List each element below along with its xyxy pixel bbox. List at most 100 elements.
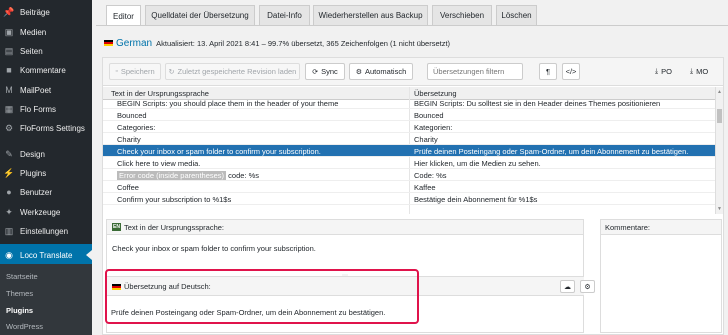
form-icon: ▦ bbox=[4, 103, 14, 114]
source-cell: Click here to view media. bbox=[117, 158, 201, 168]
source-cell: Error code (inside parentheses) code: %s bbox=[117, 170, 259, 180]
scroll-down-icon[interactable]: ▼ bbox=[717, 206, 722, 212]
code-view-toggle[interactable]: </> bbox=[562, 63, 580, 80]
settings-icon: ▥ bbox=[4, 225, 14, 236]
status-text: Aktualisiert: 13. April 2021 8:41 – 99.7… bbox=[156, 38, 451, 48]
sidebar-item-loco-translate[interactable]: ◉ Loco Translate bbox=[0, 244, 92, 266]
source-cell: Confirm your subscription to %1$s bbox=[117, 194, 232, 204]
table-row[interactable]: Bounced Bounced bbox=[103, 109, 715, 121]
pin-icon: 📌 bbox=[3, 6, 15, 17]
tab-editor[interactable]: Editor bbox=[106, 5, 141, 26]
submenu-item-wordpress[interactable]: WordPress bbox=[6, 322, 43, 331]
submenu-item-startseite[interactable]: Startseite bbox=[6, 272, 38, 281]
filter-input[interactable] bbox=[427, 63, 523, 80]
source-cell-text: code: %s bbox=[226, 170, 259, 180]
table-row-selected[interactable]: Check your inbox or spam folder to confi… bbox=[103, 145, 715, 157]
table-row[interactable]: Click here to view media. Hier klicken, … bbox=[103, 157, 715, 169]
user-icon: ● bbox=[6, 186, 12, 197]
target-cell: Prüfe deinen Posteingang oder Spam-Ordne… bbox=[414, 146, 689, 156]
main-content: Editor Quelldatei der Übersetzung Datei-… bbox=[92, 0, 728, 335]
save-button-label: Speichern bbox=[120, 67, 155, 76]
revert-button[interactable]: ↻ Zuletzt gespeicherte Revision laden bbox=[165, 63, 300, 80]
po-label: PO bbox=[661, 67, 672, 76]
sidebar-item-label: Flo Forms bbox=[20, 104, 56, 114]
pages-icon: ▤ bbox=[4, 45, 14, 56]
auto-button-label: Automatisch bbox=[365, 67, 407, 76]
sidebar-item-label: Kommentare bbox=[20, 65, 66, 75]
save-button[interactable]: ▫ Speichern bbox=[109, 63, 161, 80]
annotation-highlight-box bbox=[105, 269, 419, 324]
sidebar-item-label: Loco Translate bbox=[20, 250, 73, 260]
sync-button[interactable]: ⟳ Sync bbox=[305, 63, 345, 80]
sidebar-item-label: FloForms Settings bbox=[20, 123, 85, 133]
wrench-icon: ✦ bbox=[5, 206, 13, 217]
source-cell: BEGIN Scripts: you should place them in … bbox=[117, 98, 339, 108]
sidebar-item-floforms-settings[interactable]: ⚙ FloForms Settings bbox=[0, 117, 92, 139]
source-cell: Charity bbox=[117, 134, 141, 144]
target-cell: Code: %s bbox=[414, 170, 447, 180]
target-cell: Kategorien: bbox=[414, 122, 453, 132]
table-row[interactable]: BEGIN Scripts: you should place them in … bbox=[103, 97, 715, 109]
download-po-button[interactable]: ⤓ PO bbox=[655, 67, 672, 76]
tab-move[interactable]: Verschieben bbox=[432, 5, 492, 25]
plug-icon: ⚡ bbox=[3, 167, 15, 178]
sidebar-item-beitraege[interactable]: 📌 Beiträge bbox=[0, 1, 92, 23]
sidebar-item-kommentare[interactable]: ■ Kommentare bbox=[0, 59, 92, 81]
editor-panel: ▫ Speichern ↻ Zuletzt gespeicherte Revis… bbox=[102, 57, 724, 335]
context-tag: Error code (inside parentheses) bbox=[117, 170, 227, 180]
target-cell: BEGIN Scripts: Du solltest sie in den He… bbox=[414, 98, 661, 108]
editor-toolbar: ▫ Speichern ↻ Zuletzt gespeicherte Revis… bbox=[103, 58, 723, 86]
table-row[interactable]: Confirm your subscription to %1$s Bestät… bbox=[103, 193, 715, 205]
table-row[interactable]: Categories: Kategorien: bbox=[103, 121, 715, 133]
target-cell: Bestätige dein Abonnement für %1$s bbox=[414, 194, 538, 204]
sync-icon: ⟳ bbox=[312, 68, 319, 76]
grid-scrollbar[interactable]: ▲ ▼ bbox=[715, 87, 723, 214]
source-cell: Bounced bbox=[117, 110, 147, 120]
source-pane-header: EN Text in der Ursprungssprache: bbox=[107, 220, 583, 235]
sidebar-item-label: Einstellungen bbox=[20, 226, 69, 236]
robot-suggest-icon[interactable]: ⚙ bbox=[580, 280, 595, 293]
submenu-item-plugins[interactable]: Plugins bbox=[6, 306, 33, 315]
tab-source-file[interactable]: Quelldatei der Übersetzung bbox=[145, 5, 255, 25]
download-icon: ⤓ bbox=[690, 67, 694, 75]
loco-submenu: Startseite Themes Plugins WordPress bbox=[0, 264, 92, 335]
sidebar-item-label: Werkzeuge bbox=[20, 207, 61, 217]
sidebar-item-einstellungen[interactable]: ▥ Einstellungen bbox=[0, 220, 92, 242]
sidebar-item-label: Beiträge bbox=[20, 7, 50, 17]
globe-icon: ◉ bbox=[5, 249, 13, 260]
comments-pane: Kommentare: bbox=[600, 219, 722, 333]
media-icon: ▣ bbox=[4, 26, 14, 37]
table-row[interactable]: Charity Charity bbox=[103, 133, 715, 145]
sidebar-item-benutzer[interactable]: ● Benutzer bbox=[0, 181, 92, 203]
en-flag-icon: EN bbox=[112, 223, 121, 231]
scrollbar-thumb[interactable] bbox=[717, 109, 722, 123]
target-cell: Kaffee bbox=[414, 182, 436, 192]
german-flag-icon bbox=[104, 40, 113, 46]
source-cell: Check your inbox or spam folder to confi… bbox=[117, 146, 321, 156]
brush-icon: ✎ bbox=[5, 148, 13, 159]
translation-grid: Text in der Ursprungssprache Übersetzung… bbox=[103, 87, 723, 214]
cloud-translate-icon[interactable]: ☁ bbox=[560, 280, 575, 293]
table-row[interactable]: Coffee Kaffee bbox=[103, 181, 715, 193]
submenu-item-themes[interactable]: Themes bbox=[6, 289, 33, 298]
comments-title: Kommentare: bbox=[605, 222, 651, 232]
tab-file-info[interactable]: Datei-Info bbox=[259, 5, 310, 25]
target-cell: Bounced bbox=[414, 110, 444, 120]
sidebar-item-label: Design bbox=[20, 149, 45, 159]
scroll-up-icon[interactable]: ▲ bbox=[717, 89, 722, 95]
tab-delete[interactable]: Löschen bbox=[496, 5, 537, 25]
robot-icon: ⚙ bbox=[355, 68, 362, 76]
invisibles-toggle[interactable]: ¶ bbox=[539, 63, 557, 80]
table-row[interactable]: Error code (inside parentheses) code: %s… bbox=[103, 169, 715, 181]
source-pane-title: Text in der Ursprungssprache: bbox=[123, 222, 224, 232]
gear-icon: ⚙ bbox=[4, 122, 14, 133]
sidebar-item-label: MailPoet bbox=[20, 85, 52, 95]
file-status: German Aktualisiert: 13. April 2021 8:41… bbox=[104, 37, 450, 49]
sidebar-item-label: Plugins bbox=[20, 168, 47, 178]
mailpoet-icon: M bbox=[5, 84, 13, 95]
sync-button-label: Sync bbox=[321, 67, 338, 76]
mo-label: MO bbox=[696, 67, 709, 76]
tab-restore-backup[interactable]: Wiederherstellen aus Backup bbox=[313, 5, 428, 25]
auto-translate-button[interactable]: ⚙ Automatisch bbox=[349, 63, 413, 80]
download-mo-button[interactable]: ⤓ MO bbox=[690, 67, 708, 76]
